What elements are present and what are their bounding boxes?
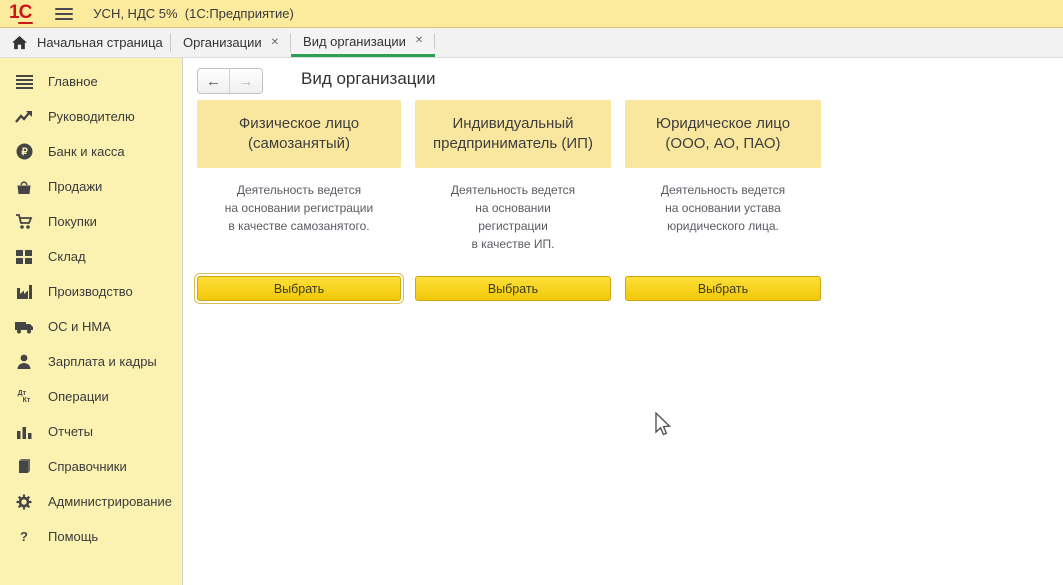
sidebar-item-main[interactable]: Главное bbox=[0, 64, 182, 99]
tab-close-icon[interactable]: ✕ bbox=[271, 38, 279, 48]
card-title: Индивидуальный предприниматель (ИП) bbox=[415, 100, 611, 168]
sidebar-item-purchases[interactable]: Покупки bbox=[0, 204, 182, 239]
forward-arrow-icon: → bbox=[239, 73, 254, 90]
sidebar-item-directories[interactable]: Справочники bbox=[0, 449, 182, 484]
sidebar-menu: Главное Руководителю ₽ Банк и касса Прод… bbox=[0, 58, 183, 585]
sidebar-item-reports[interactable]: Отчеты bbox=[0, 414, 182, 449]
main-content: ← → Вид организации Физическое лицо (сам… bbox=[184, 58, 1063, 585]
person-icon bbox=[13, 353, 35, 371]
card-title: Юридическое лицо (ООО, АО, ПАО) bbox=[625, 100, 821, 168]
card-description: Деятельность ведется на основании устава… bbox=[625, 181, 821, 235]
truck-icon bbox=[13, 318, 35, 336]
shopping-bag-icon bbox=[13, 178, 35, 196]
sidebar-item-administration[interactable]: Администрирование bbox=[0, 484, 182, 519]
title-bar: 1С УСН, НДС 5% (1С:Предприятие) bbox=[0, 0, 1063, 28]
bar-chart-icon bbox=[13, 423, 35, 441]
select-button-self-employed[interactable]: Выбрать bbox=[197, 276, 401, 301]
ruble-circle-icon: ₽ bbox=[13, 143, 35, 161]
page-title: Вид организации bbox=[301, 69, 436, 89]
shopping-cart-icon bbox=[13, 213, 35, 231]
tab-organizations[interactable]: Организации ✕ bbox=[171, 28, 291, 57]
gear-icon bbox=[13, 493, 35, 511]
tab-bar: Начальная страница Организации ✕ Вид орг… bbox=[0, 28, 1063, 58]
menu-lines-icon bbox=[13, 73, 35, 91]
tab-organization-type[interactable]: Вид организации ✕ bbox=[291, 28, 435, 57]
sidebar-item-sales[interactable]: Продажи bbox=[0, 169, 182, 204]
forward-button[interactable]: → bbox=[230, 69, 262, 93]
sidebar-item-help[interactable]: ? Помощь bbox=[0, 519, 182, 554]
history-nav: ← → bbox=[197, 68, 263, 94]
organization-type-cards: Физическое лицо (самозанятый) Деятельнос… bbox=[197, 100, 821, 301]
main-menu-icon[interactable] bbox=[55, 8, 73, 20]
tab-home-label: Начальная страница bbox=[37, 35, 163, 50]
question-icon: ? bbox=[13, 528, 35, 546]
card-individual-self-employed: Физическое лицо (самозанятый) Деятельнос… bbox=[197, 100, 401, 301]
sidebar-item-fixed-assets[interactable]: ОС и НМА bbox=[0, 309, 182, 344]
tab-home[interactable]: Начальная страница bbox=[0, 28, 171, 57]
card-individual-entrepreneur: Индивидуальный предприниматель (ИП) Деят… bbox=[415, 100, 611, 301]
card-title: Физическое лицо (самозанятый) bbox=[197, 100, 401, 168]
tab-close-icon[interactable]: ✕ bbox=[415, 36, 423, 46]
trend-chart-icon bbox=[13, 108, 35, 126]
factory-icon bbox=[13, 283, 35, 301]
sidebar-item-salary-hr[interactable]: Зарплата и кадры bbox=[0, 344, 182, 379]
book-icon bbox=[13, 458, 35, 476]
card-description: Деятельность ведется на основании регист… bbox=[197, 181, 401, 235]
home-icon bbox=[12, 36, 27, 50]
debit-credit-icon: ДтКт bbox=[13, 388, 35, 406]
sidebar-item-operations[interactable]: ДтКт Операции bbox=[0, 379, 182, 414]
sidebar-item-warehouse[interactable]: Склад bbox=[0, 239, 182, 274]
window-title: УСН, НДС 5% (1С:Предприятие) bbox=[93, 6, 293, 21]
select-button-legal-entity[interactable]: Выбрать bbox=[625, 276, 821, 301]
sidebar-item-production[interactable]: Производство bbox=[0, 274, 182, 309]
svg-text:₽: ₽ bbox=[21, 147, 28, 158]
back-button[interactable]: ← bbox=[198, 69, 230, 93]
card-legal-entity: Юридическое лицо (ООО, АО, ПАО) Деятельн… bbox=[625, 100, 821, 301]
card-description: Деятельность ведется на основании регист… bbox=[415, 181, 611, 253]
sidebar-item-bank-cash[interactable]: ₽ Банк и касса bbox=[0, 134, 182, 169]
back-arrow-icon: ← bbox=[206, 73, 221, 90]
boxes-icon bbox=[13, 248, 35, 266]
sidebar-item-manager[interactable]: Руководителю bbox=[0, 99, 182, 134]
select-button-entrepreneur[interactable]: Выбрать bbox=[415, 276, 611, 301]
1c-logo: 1С bbox=[9, 3, 31, 25]
